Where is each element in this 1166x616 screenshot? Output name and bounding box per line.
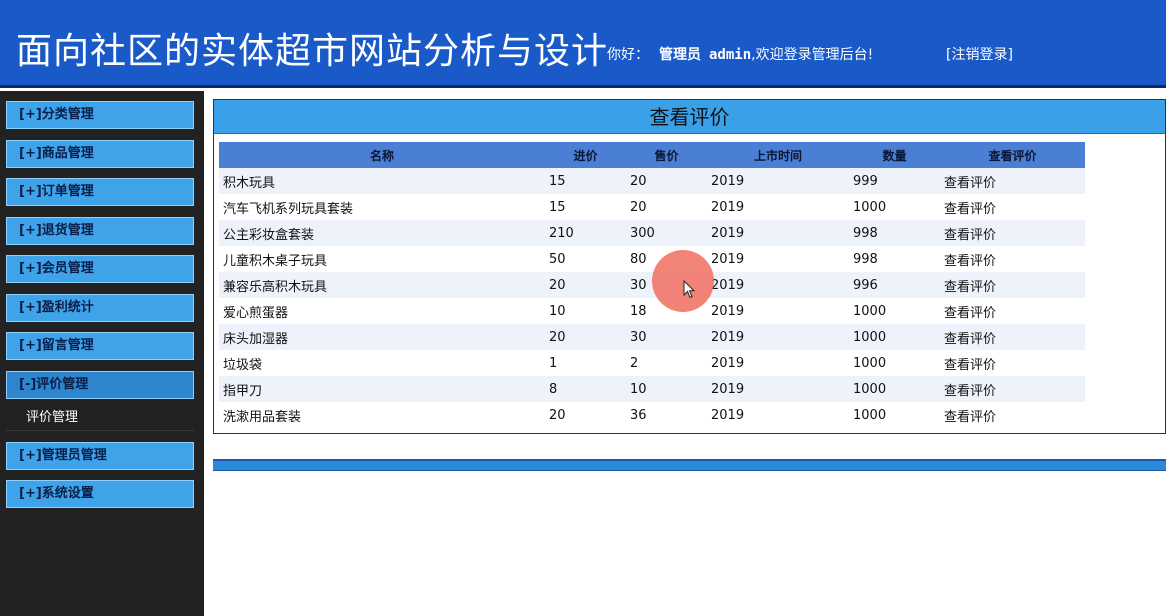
cell-name: 垃圾袋 xyxy=(219,350,545,376)
view-review-link[interactable]: 查看评价 xyxy=(940,194,1085,220)
menu-review[interactable]: [-]评价管理 xyxy=(6,371,194,399)
secondary-panel-bar xyxy=(213,459,1166,471)
cell-price: 20 xyxy=(626,194,707,220)
cell-qty: 1000 xyxy=(849,194,940,220)
view-review-link[interactable]: 查看评价 xyxy=(940,298,1085,324)
table-row: 儿童积木桌子玩具 50 80 2019 998 查看评价 xyxy=(219,246,1085,272)
table-row: 汽车飞机系列玩具套装 15 20 2019 1000 查看评价 xyxy=(219,194,1085,220)
cell-qty: 996 xyxy=(849,272,940,298)
cell-date: 2019 xyxy=(707,376,849,402)
cell-date: 2019 xyxy=(707,298,849,324)
menu-message[interactable]: [+]留言管理 xyxy=(6,332,194,360)
menu-profit[interactable]: [+]盈利统计 xyxy=(6,294,194,322)
view-review-link[interactable]: 查看评价 xyxy=(940,376,1085,402)
cell-qty: 1000 xyxy=(849,350,940,376)
cell-date: 2019 xyxy=(707,350,849,376)
col-cost-header: 进价 xyxy=(545,142,626,168)
cell-name: 儿童积木桌子玩具 xyxy=(219,246,545,272)
view-review-link[interactable]: 查看评价 xyxy=(940,402,1085,428)
username: admin xyxy=(709,47,752,63)
submenu-divider xyxy=(6,430,194,431)
cell-cost: 8 xyxy=(545,376,626,402)
table-row: 公主彩妆盒套装 210 300 2019 998 查看评价 xyxy=(219,220,1085,246)
cell-cost: 20 xyxy=(545,324,626,350)
menu-order[interactable]: [+]订单管理 xyxy=(6,178,194,206)
table-row: 积木玩具 15 20 2019 999 查看评价 xyxy=(219,168,1085,194)
cell-qty: 998 xyxy=(849,246,940,272)
table-row: 洗漱用品套装 20 36 2019 1000 查看评价 xyxy=(219,402,1085,428)
cell-qty: 1000 xyxy=(849,376,940,402)
welcome-text: ,欢迎登录管理后台! xyxy=(751,47,874,63)
cell-name: 床头加湿器 xyxy=(219,324,545,350)
cell-name: 汽车飞机系列玩具套装 xyxy=(219,194,545,220)
cell-qty: 999 xyxy=(849,168,940,194)
cell-name: 爱心煎蛋器 xyxy=(219,298,545,324)
menu-return[interactable]: [+]退货管理 xyxy=(6,217,194,245)
cell-date: 2019 xyxy=(707,246,849,272)
menu-member[interactable]: [+]会员管理 xyxy=(6,255,194,283)
mouse-pointer-icon xyxy=(683,280,696,299)
cell-date: 2019 xyxy=(707,272,849,298)
col-date-header: 上市时间 xyxy=(707,142,849,168)
cell-price: 20 xyxy=(626,168,707,194)
col-action-header: 查看评价 xyxy=(940,142,1085,168)
cell-cost: 15 xyxy=(545,194,626,220)
cell-qty: 998 xyxy=(849,220,940,246)
header: 面向社区的实体超市网站分析与设计 你好： 管理员 admin,欢迎登录管理后台! [… xyxy=(0,0,1166,88)
cell-cost: 10 xyxy=(545,298,626,324)
view-review-link[interactable]: 查看评价 xyxy=(940,220,1085,246)
cell-cost: 50 xyxy=(545,246,626,272)
cell-cost: 15 xyxy=(545,168,626,194)
view-review-link[interactable]: 查看评价 xyxy=(940,272,1085,298)
cell-name: 洗漱用品套装 xyxy=(219,402,545,428)
table-row: 指甲刀 8 10 2019 1000 查看评价 xyxy=(219,376,1085,402)
sidebar: [+]分类管理 [+]商品管理 [+]订单管理 [+]退货管理 [+]会员管理 … xyxy=(0,91,204,616)
greeting: 你好： 管理员 admin,欢迎登录管理后台! xyxy=(607,44,873,64)
cell-date: 2019 xyxy=(707,220,849,246)
cell-price: 30 xyxy=(626,324,707,350)
cell-date: 2019 xyxy=(707,324,849,350)
cell-name: 积木玩具 xyxy=(219,168,545,194)
greeting-label: 你好： xyxy=(607,47,649,63)
user-role: 管理员 xyxy=(659,47,701,63)
cell-cost: 20 xyxy=(545,402,626,428)
menu-admin[interactable]: [+]管理员管理 xyxy=(6,442,194,470)
view-review-link[interactable]: 查看评价 xyxy=(940,246,1085,272)
cell-qty: 1000 xyxy=(849,298,940,324)
table-row: 垃圾袋 1 2 2019 1000 查看评价 xyxy=(219,350,1085,376)
cell-cost: 210 xyxy=(545,220,626,246)
cell-name: 指甲刀 xyxy=(219,376,545,402)
menu-settings[interactable]: [+]系统设置 xyxy=(6,480,194,508)
cell-date: 2019 xyxy=(707,168,849,194)
menu-product[interactable]: [+]商品管理 xyxy=(6,140,194,168)
col-qty-header: 数量 xyxy=(849,142,940,168)
table-row: 床头加湿器 20 30 2019 1000 查看评价 xyxy=(219,324,1085,350)
cell-date: 2019 xyxy=(707,402,849,428)
cell-price: 300 xyxy=(626,220,707,246)
view-review-link[interactable]: 查看评价 xyxy=(940,350,1085,376)
cell-name: 兼容乐高积木玩具 xyxy=(219,272,545,298)
cell-qty: 1000 xyxy=(849,324,940,350)
cell-price: 2 xyxy=(626,350,707,376)
cell-cost: 20 xyxy=(545,272,626,298)
cell-price: 10 xyxy=(626,376,707,402)
submenu-review-manage[interactable]: 评价管理 xyxy=(26,406,78,425)
cell-name: 公主彩妆盒套装 xyxy=(219,220,545,246)
view-review-link[interactable]: 查看评价 xyxy=(940,168,1085,194)
site-title: 面向社区的实体超市网站分析与设计 xyxy=(16,31,609,72)
menu-category[interactable]: [+]分类管理 xyxy=(6,101,194,129)
col-price-header: 售价 xyxy=(626,142,707,168)
table-header-row: 名称 进价 售价 上市时间 数量 查看评价 xyxy=(219,142,1085,168)
view-review-link[interactable]: 查看评价 xyxy=(940,324,1085,350)
panel-title: 查看评价 xyxy=(214,100,1165,134)
col-name-header: 名称 xyxy=(219,142,545,168)
cell-price: 36 xyxy=(626,402,707,428)
cell-date: 2019 xyxy=(707,194,849,220)
table-row: 爱心煎蛋器 10 18 2019 1000 查看评价 xyxy=(219,298,1085,324)
logout-link[interactable]: [注销登录] xyxy=(946,44,1013,64)
cell-qty: 1000 xyxy=(849,402,940,428)
cell-cost: 1 xyxy=(545,350,626,376)
